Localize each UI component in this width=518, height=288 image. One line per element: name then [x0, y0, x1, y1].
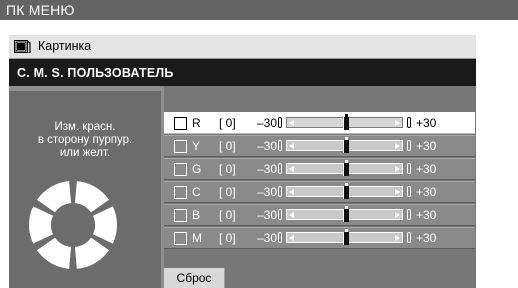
- slider-track[interactable]: [286, 160, 403, 176]
- row-value: [ 0]: [219, 231, 236, 245]
- row-label: Y: [192, 139, 201, 153]
- row-value: [ 0]: [219, 185, 236, 199]
- slider-knob[interactable]: [343, 232, 349, 245]
- row-checkbox[interactable]: [174, 186, 187, 199]
- arrow-right-icon[interactable]: [395, 212, 400, 218]
- row-checkbox[interactable]: [174, 232, 187, 245]
- row-slider[interactable]: [278, 183, 411, 199]
- slider-cap-right: [407, 140, 411, 151]
- section-title: C. M. S. ПОЛЬЗОВАТЕЛЬ: [17, 66, 174, 80]
- adjust-row-y[interactable]: Y [ 0] –30 +30: [164, 135, 475, 157]
- row-label: M: [192, 231, 202, 245]
- panel-header: Картинка: [9, 35, 476, 59]
- color-wheel-segment: [74, 181, 110, 213]
- row-max: +30: [416, 208, 437, 222]
- row-min: –30: [257, 185, 278, 199]
- arrow-right-icon[interactable]: [395, 143, 400, 149]
- adjust-row-g[interactable]: G [ 0] –30 +30: [164, 158, 475, 180]
- row-slider[interactable]: [278, 160, 411, 176]
- row-label: G: [192, 162, 202, 176]
- hint-line: или желт.: [59, 147, 111, 159]
- reset-button[interactable]: Сброс: [164, 268, 225, 288]
- color-wheel-segment: [36, 181, 72, 213]
- row-slider[interactable]: [278, 114, 411, 130]
- row-min: –30: [257, 116, 278, 130]
- slider-knob[interactable]: [343, 117, 349, 130]
- slider-track[interactable]: [286, 183, 403, 199]
- row-min: –30: [257, 208, 278, 222]
- arrow-right-icon[interactable]: [395, 235, 400, 241]
- slider-cap-right: [407, 186, 411, 197]
- row-max: +30: [416, 116, 437, 130]
- row-value: [ 0]: [219, 116, 236, 130]
- adjust-row-c[interactable]: C [ 0] –30 +30: [164, 181, 475, 203]
- row-label: B: [192, 208, 201, 222]
- arrow-left-icon[interactable]: [289, 166, 294, 172]
- menu-title: ПК МЕНЮ: [6, 2, 75, 18]
- slider-track[interactable]: [286, 137, 403, 153]
- row-value: [ 0]: [219, 208, 236, 222]
- slider-knob[interactable]: [343, 209, 349, 222]
- menu-bar: ПК МЕНЮ: [0, 0, 518, 20]
- slider-cap-left: [278, 117, 282, 128]
- arrow-left-icon[interactable]: [289, 212, 294, 218]
- arrow-right-icon[interactable]: [395, 120, 400, 126]
- color-wheel-segment: [28, 206, 54, 244]
- slider-cap-right: [407, 232, 411, 243]
- row-slider[interactable]: [278, 137, 411, 153]
- arrow-right-icon[interactable]: [395, 189, 400, 195]
- slider-knob[interactable]: [343, 186, 349, 199]
- color-wheel-segment: [92, 206, 117, 244]
- slider-cap-right: [407, 209, 411, 220]
- picture-icon: [14, 40, 31, 53]
- row-min: –30: [257, 139, 278, 153]
- slider-cap-left: [278, 163, 282, 174]
- slider-track[interactable]: [286, 229, 403, 245]
- adjust-row-b[interactable]: B [ 0] –30 +30: [164, 204, 475, 226]
- adjust-row-r[interactable]: R [ 0] –30 +30: [164, 112, 475, 134]
- row-min: –30: [257, 231, 278, 245]
- adjust-row-m[interactable]: M [ 0] –30 +30: [164, 227, 475, 249]
- hint-line: Изм. красн.: [54, 121, 116, 133]
- row-value: [ 0]: [219, 162, 236, 176]
- row-checkbox[interactable]: [174, 209, 187, 222]
- row-label: C: [192, 185, 201, 199]
- arrow-right-icon[interactable]: [395, 166, 400, 172]
- slider-cap-right: [407, 163, 411, 174]
- slider-cap-left: [278, 140, 282, 151]
- slider-cap-right: [407, 117, 411, 128]
- row-slider[interactable]: [278, 206, 411, 222]
- row-slider[interactable]: [278, 229, 411, 245]
- hint-text: Изм. красн. в сторону пурпур. или желт.: [9, 121, 161, 160]
- color-wheel-segment: [36, 237, 72, 269]
- row-max: +30: [416, 162, 437, 176]
- slider-cap-left: [278, 209, 282, 220]
- row-max: +30: [416, 185, 437, 199]
- color-wheel-icon: [28, 181, 117, 269]
- arrow-left-icon[interactable]: [289, 189, 294, 195]
- row-max: +30: [416, 139, 437, 153]
- slider-track[interactable]: [286, 114, 403, 130]
- slider-track[interactable]: [286, 206, 403, 222]
- color-wheel-segment: [74, 237, 110, 269]
- arrow-left-icon[interactable]: [289, 120, 294, 126]
- slider-cap-left: [278, 232, 282, 243]
- row-checkbox[interactable]: [174, 117, 187, 130]
- row-max: +30: [416, 231, 437, 245]
- section-bar: C. M. S. ПОЛЬЗОВАТЕЛЬ: [9, 59, 476, 86]
- panel-title: Картинка: [38, 39, 92, 53]
- row-label: R: [192, 116, 201, 130]
- row-value: [ 0]: [219, 139, 236, 153]
- hint-line: в сторону пурпур.: [37, 134, 133, 146]
- arrow-left-icon[interactable]: [289, 235, 294, 241]
- row-min: –30: [257, 162, 278, 176]
- slider-cap-left: [278, 186, 282, 197]
- arrow-left-icon[interactable]: [289, 143, 294, 149]
- slider-knob[interactable]: [343, 140, 349, 153]
- slider-knob[interactable]: [343, 163, 349, 176]
- row-checkbox[interactable]: [174, 140, 187, 153]
- row-checkbox[interactable]: [174, 163, 187, 176]
